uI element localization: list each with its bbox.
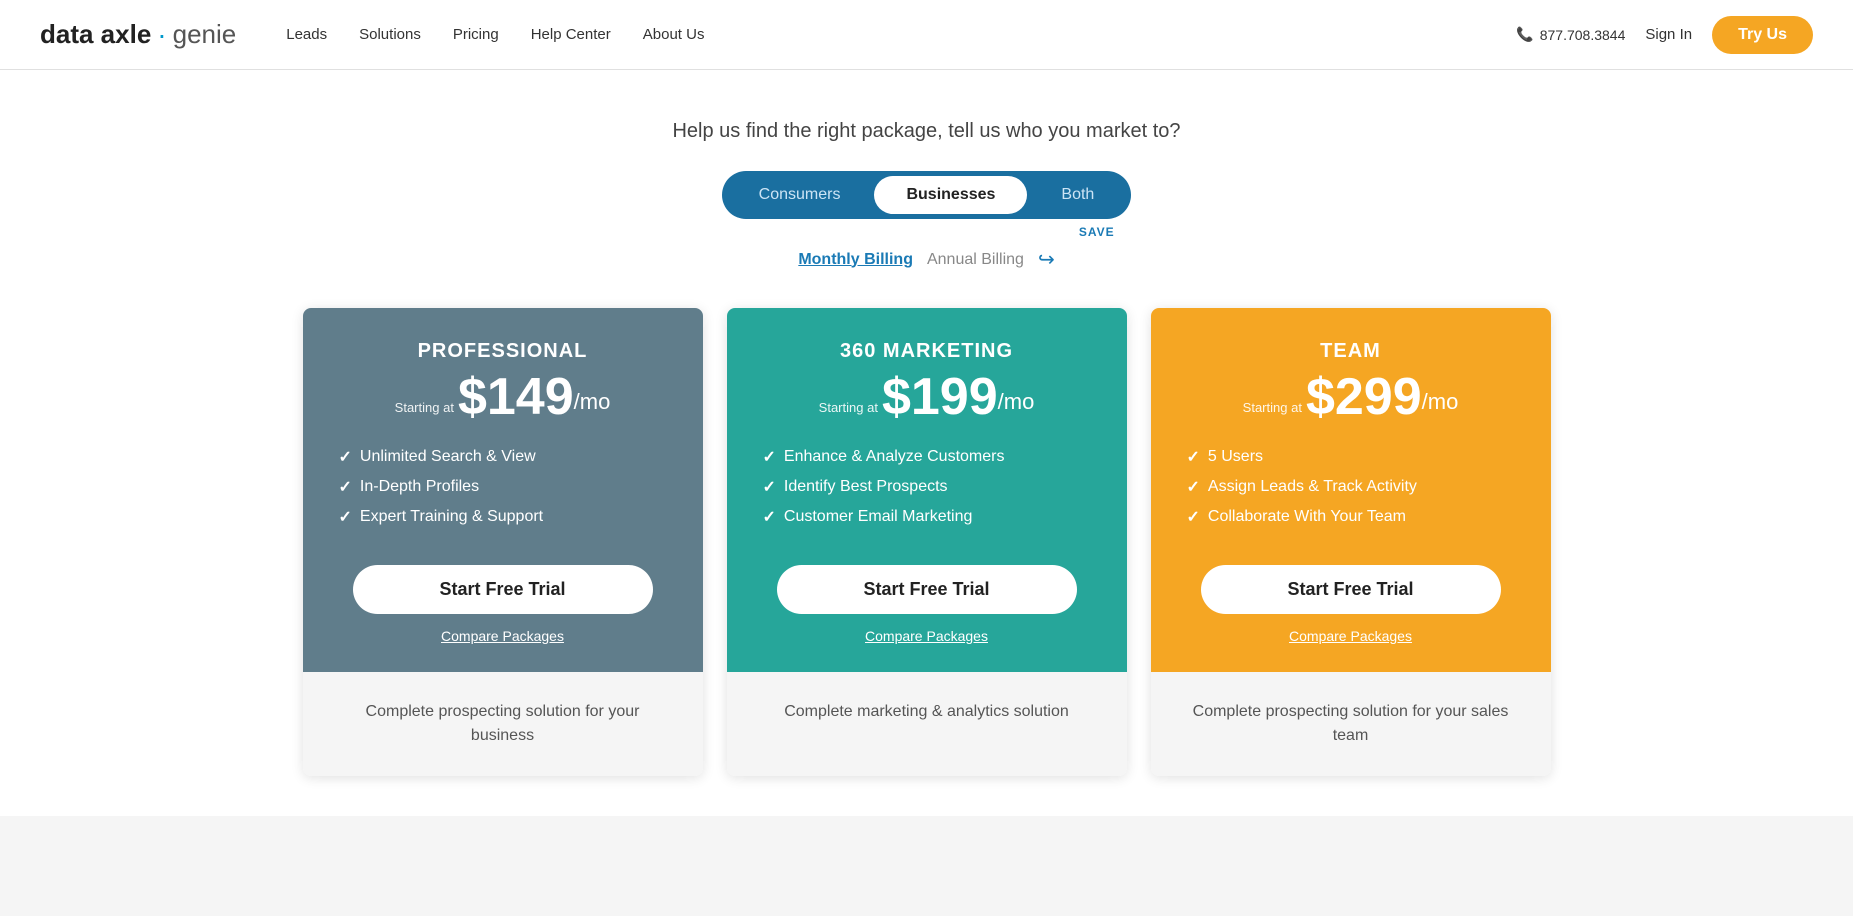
main-content: Help us find the right package, tell us … [0,70,1853,816]
plan-360marketing-price: $199 [882,371,998,423]
annual-billing-option[interactable]: Annual Billing [927,251,1024,269]
compare-packages-360marketing[interactable]: Compare Packages [865,628,988,644]
checkmark-icon: ✓ [339,447,352,467]
plan-team-per: /mo [1422,389,1459,415]
phone-icon: 📞 [1516,26,1533,43]
start-trial-professional[interactable]: Start Free Trial [353,565,653,614]
logo-separator: · [157,19,166,51]
checkmark-icon: ✓ [763,477,776,497]
plan-team-description: Complete prospecting solution for your s… [1151,672,1551,776]
checkmark-icon: ✓ [1187,447,1200,467]
nav-solutions[interactable]: Solutions [359,26,421,43]
plan-360marketing-features: ✓Enhance & Analyze Customers ✓Identify B… [763,447,1091,537]
monthly-billing-option[interactable]: Monthly Billing [798,251,913,269]
logo-product: genie [173,19,237,50]
feature-item: ✓Enhance & Analyze Customers [763,447,1091,467]
checkmark-icon: ✓ [763,447,776,467]
toggle-businesses[interactable]: Businesses [874,176,1027,214]
plan-360marketing-header: 360 MARKETING Starting at $199 /mo ✓Enha… [727,308,1127,672]
plan-team-title: TEAM [1320,340,1381,363]
plan-professional-features: ✓Unlimited Search & View ✓In-Depth Profi… [339,447,667,537]
try-us-button[interactable]: Try Us [1712,16,1813,54]
pricing-cards: PROFESSIONAL Starting at $149 /mo ✓Unlim… [277,308,1577,776]
toggle-both[interactable]: Both [1029,176,1126,214]
billing-toggle: Monthly Billing Annual Billing SAVE ↩ [798,247,1054,272]
plan-team: TEAM Starting at $299 /mo ✓5 Users ✓Assi… [1151,308,1551,776]
nav-phone: 📞 877.708.3844 [1516,26,1625,43]
feature-item: ✓Expert Training & Support [339,507,667,527]
checkmark-icon: ✓ [339,507,352,527]
save-arrow-icon: ↩ [1038,247,1055,272]
plan-professional-starting: Starting at [395,400,454,415]
logo: data axle · genie [40,19,236,51]
feature-item: ✓Collaborate With Your Team [1187,507,1515,527]
checkmark-icon: ✓ [1187,477,1200,497]
plan-team-header: TEAM Starting at $299 /mo ✓5 Users ✓Assi… [1151,308,1551,672]
navbar: data axle · genie Leads Solutions Pricin… [0,0,1853,70]
plan-360marketing-per: /mo [998,389,1035,415]
feature-item: ✓Unlimited Search & View [339,447,667,467]
plan-professional-header: PROFESSIONAL Starting at $149 /mo ✓Unlim… [303,308,703,672]
start-trial-team[interactable]: Start Free Trial [1201,565,1501,614]
plan-professional-description: Complete prospecting solution for your b… [303,672,703,776]
nav-about-us[interactable]: About Us [643,26,705,43]
feature-item: ✓In-Depth Profiles [339,477,667,497]
signin-link[interactable]: Sign In [1645,26,1692,43]
feature-item: ✓Assign Leads & Track Activity [1187,477,1515,497]
nav-help-center[interactable]: Help Center [531,26,611,43]
plan-team-features: ✓5 Users ✓Assign Leads & Track Activity … [1187,447,1515,537]
feature-item: ✓Identify Best Prospects [763,477,1091,497]
plan-professional-title: PROFESSIONAL [418,340,588,363]
compare-packages-team[interactable]: Compare Packages [1289,628,1412,644]
nav-pricing[interactable]: Pricing [453,26,499,43]
plan-360marketing-starting: Starting at [819,400,878,415]
headline-text: Help us find the right package, tell us … [672,120,1180,143]
plan-team-starting: Starting at [1243,400,1302,415]
plan-team-price: $299 [1306,371,1422,423]
plan-360marketing-description: Complete marketing & analytics solution [727,672,1127,776]
phone-number: 877.708.3844 [1540,27,1626,43]
logo-brand: data axle [40,19,151,50]
toggle-consumers[interactable]: Consumers [727,176,873,214]
checkmark-icon: ✓ [339,477,352,497]
checkmark-icon: ✓ [1187,507,1200,527]
feature-item: ✓5 Users [1187,447,1515,467]
plan-professional: PROFESSIONAL Starting at $149 /mo ✓Unlim… [303,308,703,776]
save-label: SAVE [1079,225,1115,239]
compare-packages-professional[interactable]: Compare Packages [441,628,564,644]
plan-360marketing-title: 360 MARKETING [840,340,1013,363]
nav-leads[interactable]: Leads [286,26,327,43]
plan-professional-price: $149 [458,371,574,423]
feature-item: ✓Customer Email Marketing [763,507,1091,527]
audience-toggle: Consumers Businesses Both [722,171,1132,219]
start-trial-360marketing[interactable]: Start Free Trial [777,565,1077,614]
plan-professional-per: /mo [574,389,611,415]
nav-links: Leads Solutions Pricing Help Center Abou… [286,26,1516,43]
plan-360marketing: 360 MARKETING Starting at $199 /mo ✓Enha… [727,308,1127,776]
checkmark-icon: ✓ [763,507,776,527]
